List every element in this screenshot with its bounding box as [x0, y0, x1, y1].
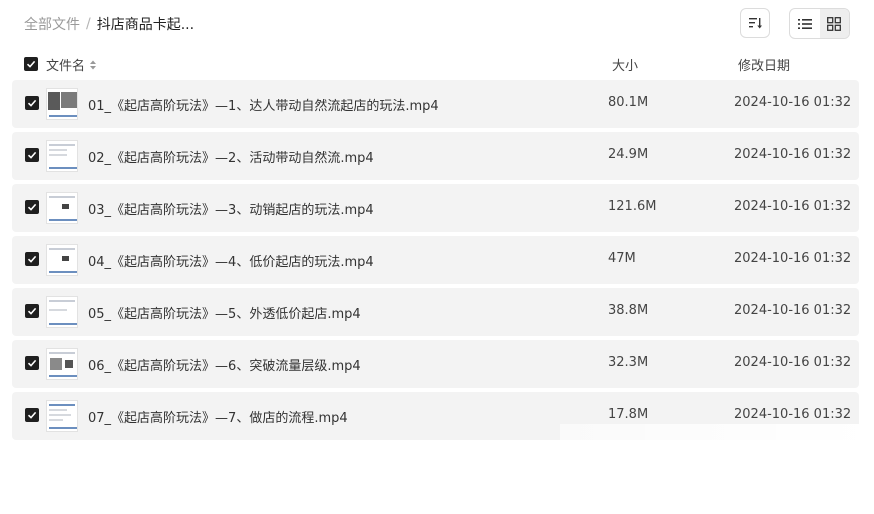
- check-icon: [27, 307, 37, 315]
- file-size: 24.9M: [608, 147, 649, 162]
- breadcrumb: 全部文件 / 抖店商品卡起...: [24, 14, 194, 34]
- file-size: 80.1M: [608, 95, 649, 110]
- file-row[interactable]: 06_《起店高阶玩法》—6、突破流量层级.mp4 32.3M 2024-10-1…: [12, 340, 859, 388]
- file-date: 2024-10-16 01:32: [734, 407, 852, 422]
- view-toggle: [789, 8, 850, 39]
- sort-button[interactable]: [740, 8, 770, 38]
- check-icon: [27, 255, 37, 263]
- column-size-header[interactable]: 大小: [612, 55, 638, 74]
- sort-toggle-icon: [90, 60, 97, 69]
- watermark-fade: [560, 424, 874, 514]
- check-icon: [27, 411, 37, 419]
- file-name[interactable]: 07_《起店高阶玩法》—7、做店的流程.mp4: [88, 407, 348, 426]
- column-name-label: 文件名: [46, 59, 86, 74]
- list-view-button[interactable]: [790, 9, 820, 38]
- grid-view-icon: [827, 16, 842, 31]
- check-icon: [27, 203, 37, 211]
- column-date-header[interactable]: 修改日期: [738, 55, 790, 74]
- row-checkbox[interactable]: [25, 356, 39, 370]
- select-all-checkbox[interactable]: [24, 57, 38, 71]
- video-thumbnail: [46, 348, 78, 380]
- file-size: 32.3M: [608, 355, 649, 370]
- file-row[interactable]: 05_《起店高阶玩法》—5、外透低价起店.mp4 38.8M 2024-10-1…: [12, 288, 859, 336]
- check-icon: [26, 60, 36, 68]
- row-checkbox[interactable]: [25, 96, 39, 110]
- file-row[interactable]: 03_《起店高阶玩法》—3、动销起店的玩法.mp4 121.6M 2024-10…: [12, 184, 859, 232]
- breadcrumb-current: 抖店商品卡起...: [96, 17, 195, 33]
- sort-icon: [749, 18, 762, 29]
- grid-view-button[interactable]: [819, 9, 849, 38]
- table-header: 文件名 大小 修改日期: [24, 54, 844, 74]
- file-size: 17.8M: [608, 407, 649, 422]
- video-thumbnail: [46, 192, 78, 224]
- file-date: 2024-10-16 01:32: [734, 199, 852, 214]
- breadcrumb-root-link[interactable]: 全部文件: [24, 14, 80, 34]
- video-thumbnail: [46, 244, 78, 276]
- file-date: 2024-10-16 01:32: [734, 95, 852, 110]
- file-date: 2024-10-16 01:32: [734, 355, 852, 370]
- video-thumbnail: [46, 296, 78, 328]
- video-thumbnail: [46, 140, 78, 172]
- check-icon: [27, 151, 37, 159]
- check-icon: [27, 359, 37, 367]
- file-row[interactable]: 01_《起店高阶玩法》—1、达人带动自然流起店的玩法.mp4 80.1M 202…: [12, 80, 859, 128]
- video-thumbnail: [46, 400, 78, 432]
- row-checkbox[interactable]: [25, 148, 39, 162]
- check-icon: [27, 99, 37, 107]
- row-checkbox[interactable]: [25, 304, 39, 318]
- file-name[interactable]: 05_《起店高阶玩法》—5、外透低价起店.mp4: [88, 303, 361, 322]
- row-checkbox[interactable]: [25, 200, 39, 214]
- column-name-header[interactable]: 文件名: [46, 55, 97, 74]
- file-size: 121.6M: [608, 199, 657, 214]
- file-date: 2024-10-16 01:32: [734, 251, 852, 266]
- file-row[interactable]: 04_《起店高阶玩法》—4、低价起店的玩法.mp4 47M 2024-10-16…: [12, 236, 859, 284]
- file-row[interactable]: 02_《起店高阶玩法》—2、活动带动自然流.mp4 24.9M 2024-10-…: [12, 132, 859, 180]
- file-name[interactable]: 04_《起店高阶玩法》—4、低价起店的玩法.mp4: [88, 251, 374, 270]
- file-date: 2024-10-16 01:32: [734, 303, 852, 318]
- file-name[interactable]: 01_《起店高阶玩法》—1、达人带动自然流起店的玩法.mp4: [88, 95, 439, 114]
- file-size: 47M: [608, 251, 636, 266]
- row-checkbox[interactable]: [25, 408, 39, 422]
- file-name[interactable]: 02_《起店高阶玩法》—2、活动带动自然流.mp4: [88, 147, 374, 166]
- file-size: 38.8M: [608, 303, 649, 318]
- file-name[interactable]: 03_《起店高阶玩法》—3、动销起店的玩法.mp4: [88, 199, 374, 218]
- file-name[interactable]: 06_《起店高阶玩法》—6、突破流量层级.mp4: [88, 355, 361, 374]
- breadcrumb-separator: /: [86, 16, 91, 32]
- row-checkbox[interactable]: [25, 252, 39, 266]
- video-thumbnail: [46, 88, 78, 120]
- list-view-icon: [797, 18, 812, 29]
- file-date: 2024-10-16 01:32: [734, 147, 852, 162]
